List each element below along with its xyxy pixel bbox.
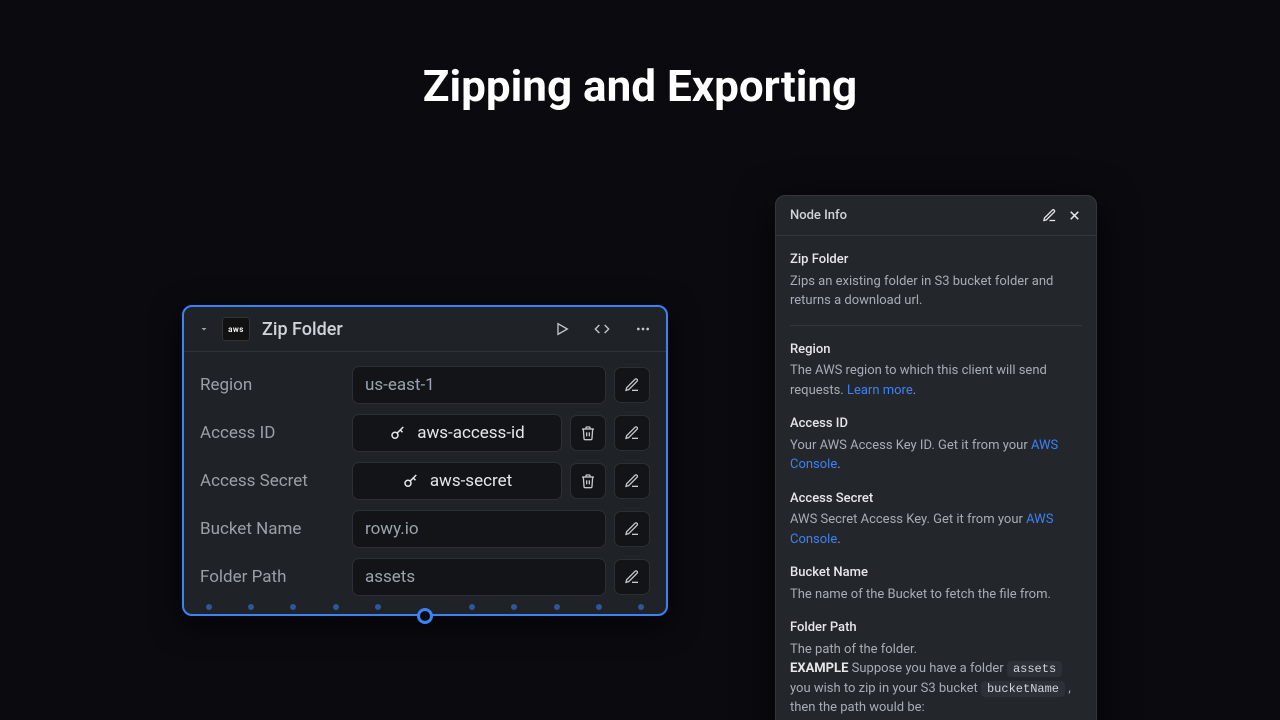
- learn-more-link[interactable]: Learn more: [847, 383, 913, 398]
- edit-icon[interactable]: [614, 511, 650, 547]
- close-icon[interactable]: [1067, 208, 1082, 223]
- info-access-id: Access ID Your AWS Access Key ID. Get it…: [790, 414, 1082, 475]
- row-region: Region us-east-1: [200, 366, 650, 404]
- info-region: Region The AWS region to which this clie…: [790, 340, 1082, 401]
- info-header-title: Node Info: [790, 208, 847, 223]
- node-ports: [184, 604, 666, 620]
- info-summary: Zip Folder Zips an existing folder in S3…: [790, 250, 1082, 311]
- code-icon[interactable]: [592, 321, 612, 337]
- access-secret-value: aws-secret: [430, 471, 512, 491]
- row-access-secret: Access Secret aws-secret: [200, 462, 650, 500]
- info-header: Node Info: [776, 196, 1096, 236]
- port-dot[interactable]: [469, 604, 475, 610]
- port-dot[interactable]: [554, 604, 560, 610]
- port-dot[interactable]: [638, 604, 644, 610]
- play-icon[interactable]: [554, 321, 570, 337]
- access-secret-label: Access Secret: [200, 471, 338, 491]
- trash-icon[interactable]: [570, 415, 606, 451]
- port-dot[interactable]: [596, 604, 602, 610]
- region-label: Region: [200, 375, 338, 395]
- info-bucket-name: Bucket Name The name of the Bucket to fe…: [790, 563, 1082, 604]
- edit-icon[interactable]: [614, 463, 650, 499]
- edit-icon[interactable]: [614, 367, 650, 403]
- access-id-value: aws-access-id: [417, 423, 525, 443]
- row-folder-path: Folder Path assets: [200, 558, 650, 596]
- edit-icon[interactable]: [1042, 208, 1057, 223]
- more-icon[interactable]: [634, 321, 652, 337]
- chevron-down-icon[interactable]: [198, 323, 210, 335]
- port-dot[interactable]: [375, 604, 381, 610]
- row-bucket-name: Bucket Name rowy.io: [200, 510, 650, 548]
- key-icon: [402, 472, 420, 490]
- divider: [790, 325, 1082, 326]
- bucket-name-label: Bucket Name: [200, 519, 338, 539]
- edit-icon[interactable]: [614, 559, 650, 595]
- page-title: Zipping and Exporting: [0, 60, 1280, 112]
- folder-path-label: Folder Path: [200, 567, 338, 587]
- node-card: aws Zip Folder Region us-east-1: [182, 305, 668, 616]
- info-summary-body: Zips an existing folder in S3 bucket fol…: [790, 272, 1082, 311]
- access-id-input[interactable]: aws-access-id: [352, 414, 562, 452]
- port-dot[interactable]: [206, 604, 212, 610]
- region-input[interactable]: us-east-1: [352, 366, 606, 404]
- info-access-secret: Access Secret AWS Secret Access Key. Get…: [790, 489, 1082, 550]
- inline-code: bucketName: [981, 681, 1065, 697]
- edit-icon[interactable]: [614, 415, 650, 451]
- bucket-name-input[interactable]: rowy.io: [352, 510, 606, 548]
- node-title: Zip Folder: [262, 319, 343, 340]
- row-access-id: Access ID aws-access-id: [200, 414, 650, 452]
- info-summary-title: Zip Folder: [790, 250, 1082, 270]
- inline-code: assets: [1007, 661, 1062, 677]
- port-dot[interactable]: [333, 604, 339, 610]
- folder-path-input[interactable]: assets: [352, 558, 606, 596]
- port-dot[interactable]: [511, 604, 517, 610]
- trash-icon[interactable]: [570, 463, 606, 499]
- access-secret-input[interactable]: aws-secret: [352, 462, 562, 500]
- node-header: aws Zip Folder: [184, 307, 666, 352]
- port-main[interactable]: [417, 608, 433, 624]
- access-id-label: Access ID: [200, 423, 338, 443]
- node-info-panel: Node Info Zip Folder Zips an existing fo…: [775, 195, 1097, 720]
- info-folder-path: Folder Path The path of the folder. EXAM…: [790, 618, 1082, 720]
- example-label: EXAMPLE: [790, 661, 848, 676]
- key-icon: [389, 424, 407, 442]
- aws-provider-icon: aws: [222, 317, 250, 341]
- port-dot[interactable]: [248, 604, 254, 610]
- port-dot[interactable]: [290, 604, 296, 610]
